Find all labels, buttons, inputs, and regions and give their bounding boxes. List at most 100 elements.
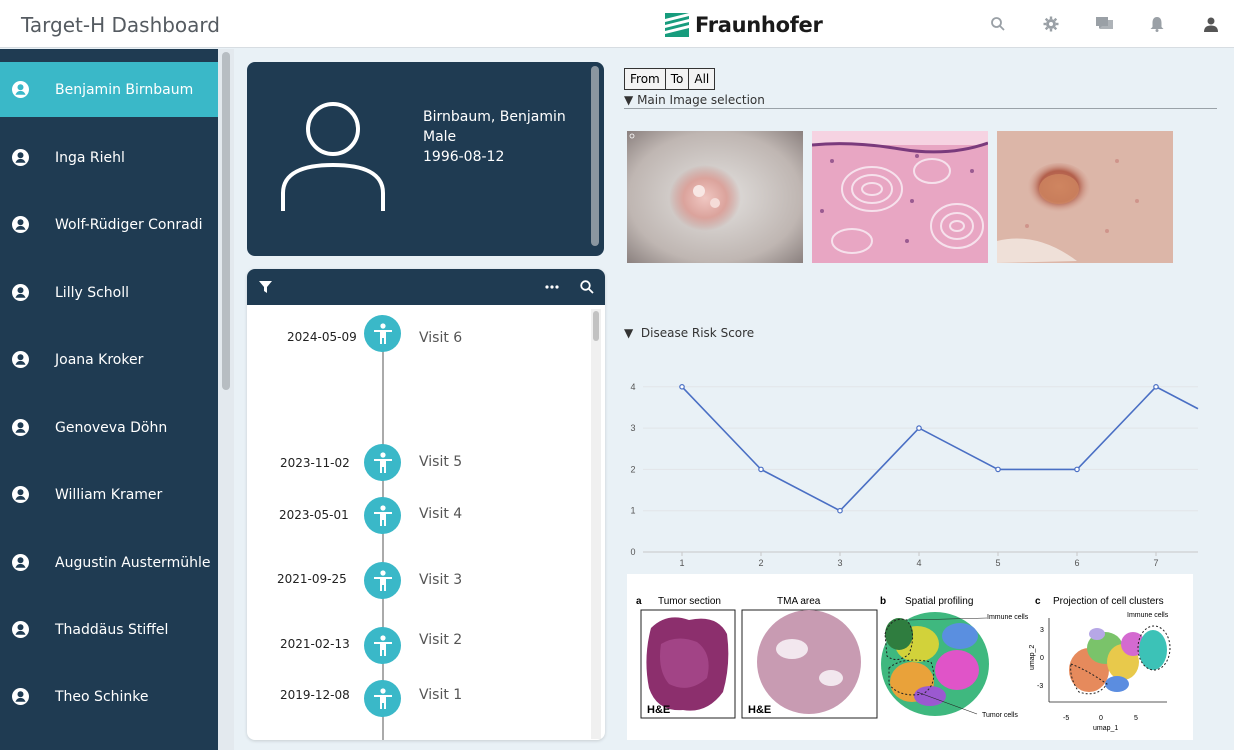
to-button[interactable]: To xyxy=(664,68,690,90)
sidebar-item-inga-riehl[interactable]: Inga Riehl xyxy=(0,130,218,185)
visit-label[interactable]: Visit 5 xyxy=(419,454,462,470)
visit-node[interactable] xyxy=(364,562,401,599)
clinical-photo-image[interactable] xyxy=(997,131,1173,263)
umap-x-tick: 5 xyxy=(1134,715,1138,722)
sidebar-item-label: William Kramer xyxy=(55,486,163,503)
main-image-section-toggle[interactable]: ▼ Main Image selection xyxy=(624,93,765,107)
umap-y-tick: -3 xyxy=(1037,683,1043,690)
visit-label[interactable]: Visit 4 xyxy=(419,506,462,522)
he-label: H&E xyxy=(748,704,771,716)
visit-node[interactable] xyxy=(364,680,401,717)
x-tick-label: 1 xyxy=(679,558,684,568)
timeline-toolbar xyxy=(247,269,605,305)
bell-icon[interactable] xyxy=(1147,14,1167,34)
user-circle-icon xyxy=(12,284,29,301)
visit-date: 2021-02-13 xyxy=(280,637,350,651)
visit-label[interactable]: Visit 6 xyxy=(419,330,462,346)
timeline-scrollbar-thumb[interactable] xyxy=(593,311,599,341)
filter-icon[interactable] xyxy=(256,278,274,296)
risk-score-point xyxy=(995,466,1001,473)
visit-node[interactable] xyxy=(364,497,401,534)
from-button[interactable]: From xyxy=(624,68,666,90)
sidebar-scrollbar-thumb[interactable] xyxy=(222,52,230,390)
visit-timeline: 2024-05-09 Visit 6 2023-11-02 Visit 5 20… xyxy=(247,269,605,740)
user-icon[interactable] xyxy=(1201,14,1221,34)
chat-icon[interactable] xyxy=(1094,14,1114,34)
sidebar-item-label: Inga Riehl xyxy=(55,149,125,166)
patient-birthdate: 1996-08-12 xyxy=(423,149,505,165)
fraunhofer-logo: Fraunhofer xyxy=(665,11,823,39)
sidebar-item-augustin-austermuhle[interactable]: Augustin Austermühle xyxy=(0,535,218,590)
user-circle-icon xyxy=(12,419,29,436)
sidebar-item-lilly-scholl[interactable]: Lilly Scholl xyxy=(0,265,218,320)
all-button[interactable]: All xyxy=(688,68,716,90)
sidebar-item-wolf-rudiger-conradi[interactable]: Wolf-Rüdiger Conradi xyxy=(0,197,218,252)
risk-score-point xyxy=(1153,383,1159,390)
visit-date: 2019-12-08 xyxy=(280,688,350,702)
tma-area-label: TMA area xyxy=(777,596,821,607)
panel-c-label: c xyxy=(1035,596,1041,607)
search-icon[interactable] xyxy=(988,14,1008,34)
x-tick-label: 7 xyxy=(1153,558,1158,568)
gear-icon[interactable] xyxy=(1041,14,1061,34)
y-tick-label: 0 xyxy=(630,547,635,557)
date-range-buttons: From To All xyxy=(624,68,716,90)
fraunhofer-logo-mark-icon xyxy=(665,13,689,37)
person-figure-icon xyxy=(373,322,392,344)
timeline-scrollbar[interactable] xyxy=(591,309,601,739)
umap-y-tick: 3 xyxy=(1040,627,1044,634)
sidebar-item-theo-schinke[interactable]: Theo Schinke xyxy=(0,669,218,724)
main-image-section-label: Main Image selection xyxy=(637,93,765,107)
sidebar-item-joana-kroker[interactable]: Joana Kroker xyxy=(0,332,218,387)
risk-score-point xyxy=(916,425,922,431)
dermoscopy-image[interactable] xyxy=(627,131,803,263)
immune-cells-label: Immune cells xyxy=(987,614,1029,621)
x-tick-label: 2 xyxy=(758,558,763,568)
sidebar-item-label: Wolf-Rüdiger Conradi xyxy=(55,216,203,233)
person-figure-icon xyxy=(373,569,392,591)
visit-label[interactable]: Visit 2 xyxy=(419,632,462,648)
y-tick-label: 3 xyxy=(630,423,635,433)
y-tick-label: 1 xyxy=(630,506,635,516)
sidebar-item-label: Theo Schinke xyxy=(55,688,149,705)
risk-score-point xyxy=(837,507,843,514)
patient-name: Birnbaum, Benjamin xyxy=(423,109,566,125)
visit-node[interactable] xyxy=(364,444,401,481)
sidebar-item-label: Lilly Scholl xyxy=(55,284,130,301)
umap-y-tick: 0 xyxy=(1040,655,1044,662)
x-tick-label: 4 xyxy=(916,558,921,568)
sidebar-item-william-kramer[interactable]: William Kramer xyxy=(0,467,218,522)
risk-score-point xyxy=(679,383,685,390)
risk-score-section-toggle[interactable]: ▼ Disease Risk Score xyxy=(624,326,754,340)
user-circle-icon xyxy=(12,81,29,98)
histology-image[interactable] xyxy=(812,131,988,263)
sidebar-item-thaddaus-stiffel[interactable]: Thaddäus Stiffel xyxy=(0,602,218,657)
sidebar-item-benjamin-birnbaum[interactable]: Benjamin Birnbaum xyxy=(0,62,218,117)
y-tick-label: 4 xyxy=(630,382,635,392)
timeline-line xyxy=(382,329,384,740)
risk-score-line xyxy=(681,385,1199,512)
sidebar-item-label: Thaddäus Stiffel xyxy=(55,621,169,638)
triangle-down-icon: ▼ xyxy=(624,326,634,340)
visit-date: 2023-05-01 xyxy=(279,508,349,522)
umap-y-label: umap_2 xyxy=(1029,645,1036,670)
spatial-profiling-label: Spatial profiling xyxy=(905,596,973,607)
visit-label[interactable]: Visit 3 xyxy=(419,572,462,588)
timeline-search-icon[interactable] xyxy=(578,278,596,296)
user-circle-icon xyxy=(12,216,29,233)
user-circle-icon xyxy=(12,554,29,571)
risk-score-point xyxy=(1074,466,1080,473)
sidebar-item-genoveva-dohn[interactable]: Genoveva Döhn xyxy=(0,400,218,455)
patient-card-scrollbar[interactable] xyxy=(591,66,599,246)
logo-text: Fraunhofer xyxy=(695,13,823,37)
more-icon[interactable] xyxy=(543,278,561,296)
top-header: Target-H Dashboard Fraunhofer xyxy=(0,0,1234,48)
user-circle-icon xyxy=(12,149,29,166)
cell-cluster-figure: a Tumor section TMA area b Spatial profi… xyxy=(627,574,1193,740)
visit-label[interactable]: Visit 1 xyxy=(419,687,462,703)
visit-node[interactable] xyxy=(364,627,401,664)
visit-node[interactable] xyxy=(364,315,401,352)
panel-b-label: b xyxy=(880,596,886,607)
panel-a-label: a xyxy=(636,596,642,607)
section-divider xyxy=(624,108,1217,109)
